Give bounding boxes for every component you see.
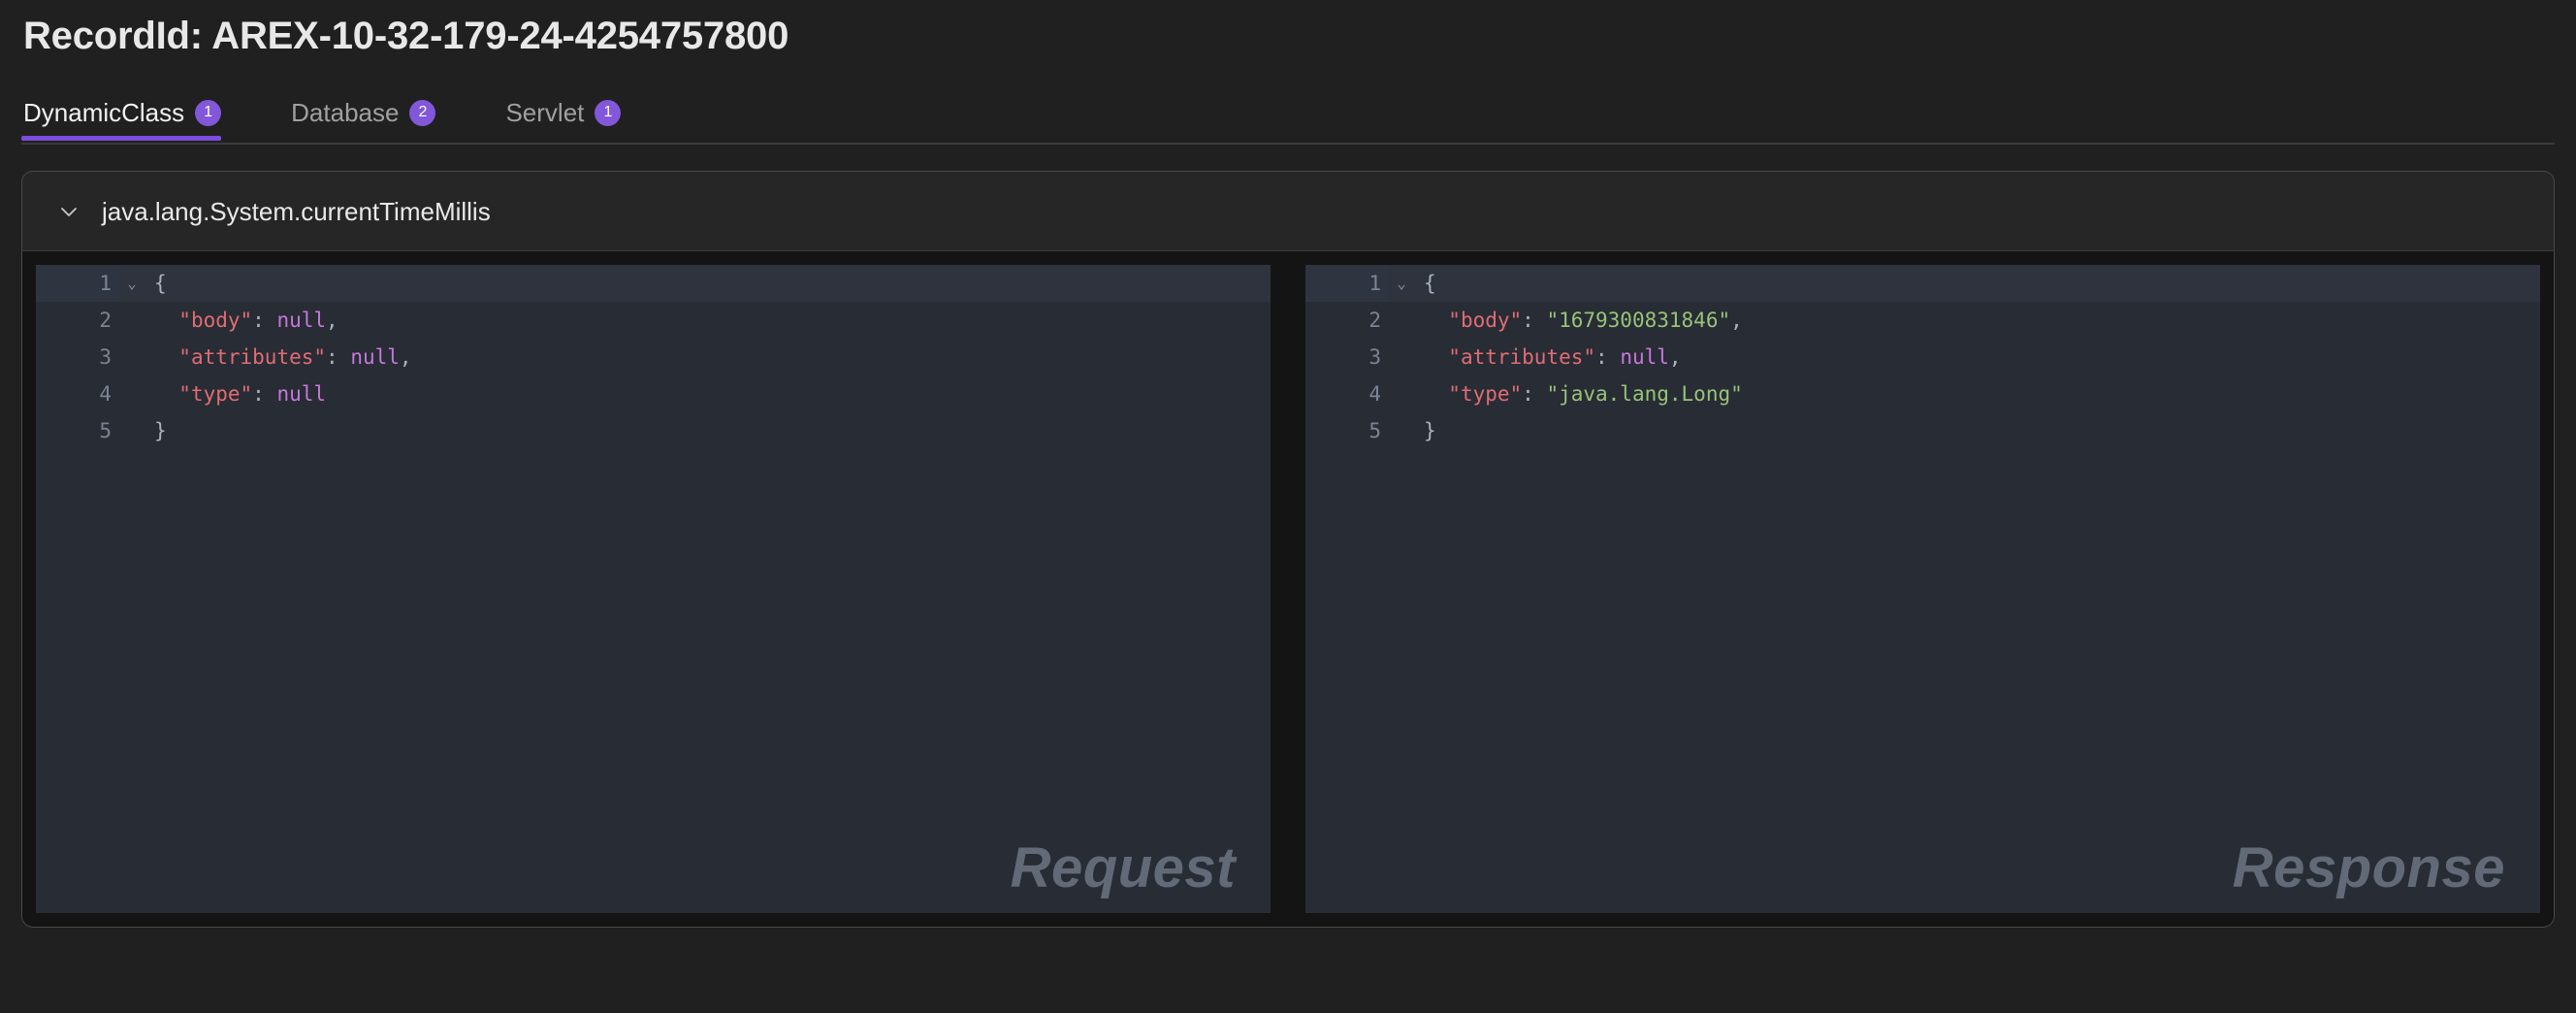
code-text: "body": "1679300831846", xyxy=(1414,302,1743,339)
tab-database[interactable]: Database 2 xyxy=(289,84,463,141)
tab-label: Database xyxy=(291,98,400,127)
chevron-down-icon[interactable] xyxy=(57,200,80,223)
token-punc: : xyxy=(1595,345,1621,369)
page-title: RecordId: AREX-10-32-179-24-4254757800 xyxy=(23,15,789,57)
tab-count-badge: 2 xyxy=(409,99,436,126)
code-line: 2 "body": "1679300831846", xyxy=(1305,302,2540,339)
token-punc xyxy=(154,345,178,369)
code-text: } xyxy=(1414,412,1436,449)
code-text: "type": null xyxy=(145,376,326,412)
code-text: { xyxy=(1414,265,1436,302)
code-line: 4 "type": null xyxy=(36,376,1271,412)
code-line: 3 "attributes": null, xyxy=(36,339,1271,376)
token-punc: : xyxy=(326,345,351,369)
token-punc xyxy=(1424,309,1448,332)
token-punc: : xyxy=(252,309,277,332)
code-text: } xyxy=(145,412,167,449)
record-detail-page: RecordId: AREX-10-32-179-24-4254757800 D… xyxy=(0,0,2576,1013)
token-string: "java.lang.Long" xyxy=(1546,382,1743,406)
line-number: 2 xyxy=(99,309,112,332)
token-key: "type" xyxy=(178,382,253,406)
request-code-lines: 1 ⌄{2 "body": null, 3 "attributes": null, 4… xyxy=(36,265,1271,449)
fold-chevron-down-icon[interactable]: ⌄ xyxy=(119,265,145,302)
line-number: 3 xyxy=(1368,345,1381,369)
token-punc: { xyxy=(154,272,167,295)
token-null: null xyxy=(276,309,327,332)
token-punc: , xyxy=(326,309,338,332)
token-key: "type" xyxy=(1448,382,1523,406)
line-number: 1 xyxy=(1305,265,1389,302)
card-title: java.lang.System.currentTimeMillis xyxy=(102,196,491,226)
response-editor[interactable]: 1 ⌄{2 "body": "1679300831846", 3 "attribut… xyxy=(1305,265,2540,913)
token-punc xyxy=(1424,345,1448,369)
token-key: "body" xyxy=(1448,309,1523,332)
token-punc: , xyxy=(1668,345,1682,369)
token-punc: , xyxy=(1730,309,1743,332)
code-text: "attributes": null, xyxy=(1414,339,1682,376)
tab-label: Servlet xyxy=(505,98,585,127)
request-watermark: Request xyxy=(1010,836,1236,900)
tab-servlet[interactable]: Servlet 1 xyxy=(503,84,648,141)
code-line: 5} xyxy=(36,412,1271,449)
code-line: 1 ⌄ { xyxy=(1305,265,2540,302)
code-line: 1 ⌄ { xyxy=(36,265,1271,302)
tab-label: DynamicClass xyxy=(23,98,185,127)
card-body: 1 ⌄{2 "body": null, 3 "attributes": null, 4… xyxy=(22,251,2554,927)
token-punc xyxy=(1424,382,1448,406)
token-key: "attributes" xyxy=(1448,345,1596,369)
line-number: 3 xyxy=(99,345,112,369)
line-number: 4 xyxy=(99,382,112,406)
token-key: "attributes" xyxy=(178,345,327,369)
fold-chevron-down-icon[interactable]: ⌄ xyxy=(1389,265,1414,302)
line-number: 5 xyxy=(1368,419,1381,442)
response-code-lines: 1 ⌄{2 "body": "1679300831846", 3 "attribut… xyxy=(1305,265,2540,449)
tab-count-badge: 1 xyxy=(195,99,222,126)
card-header[interactable]: java.lang.System.currentTimeMillis xyxy=(22,172,2554,251)
token-punc: : xyxy=(252,382,277,406)
token-punc: } xyxy=(1424,419,1436,442)
token-punc xyxy=(154,382,178,406)
dynamic-class-card: java.lang.System.currentTimeMillis 1 ⌄{2 … xyxy=(21,171,2555,928)
code-text: "type": "java.lang.Long" xyxy=(1414,376,1743,412)
token-punc: } xyxy=(154,419,167,442)
code-line: 4 "type": "java.lang.Long" xyxy=(1305,376,2540,412)
token-null: null xyxy=(276,382,327,406)
code-line: 2 "body": null, xyxy=(36,302,1271,339)
token-key: "body" xyxy=(178,309,253,332)
code-text: { xyxy=(145,265,167,302)
tab-count-badge: 1 xyxy=(595,99,622,126)
tab-dynamicclass[interactable]: DynamicClass 1 xyxy=(21,84,248,141)
code-text: "attributes": null, xyxy=(145,339,412,376)
token-string: "1679300831846" xyxy=(1546,309,1731,332)
token-punc: : xyxy=(1522,309,1547,332)
code-text: "body": null, xyxy=(145,302,338,339)
token-punc: , xyxy=(399,345,412,369)
token-null: null xyxy=(350,345,400,369)
line-number: 5 xyxy=(99,419,112,442)
line-number: 2 xyxy=(1368,309,1381,332)
token-null: null xyxy=(1620,345,1669,369)
token-punc: : xyxy=(1522,382,1547,406)
token-punc xyxy=(154,309,178,332)
code-line: 3 "attributes": null, xyxy=(1305,339,2540,376)
response-watermark: Response xyxy=(2232,836,2505,900)
request-editor[interactable]: 1 ⌄{2 "body": null, 3 "attributes": null, 4… xyxy=(36,265,1271,913)
line-number: 1 xyxy=(36,265,119,302)
token-punc: { xyxy=(1424,272,1436,295)
tab-bar: DynamicClass 1 Database 2 Servlet 1 xyxy=(21,84,2555,145)
code-line: 5} xyxy=(1305,412,2540,449)
line-number: 4 xyxy=(1368,382,1381,406)
